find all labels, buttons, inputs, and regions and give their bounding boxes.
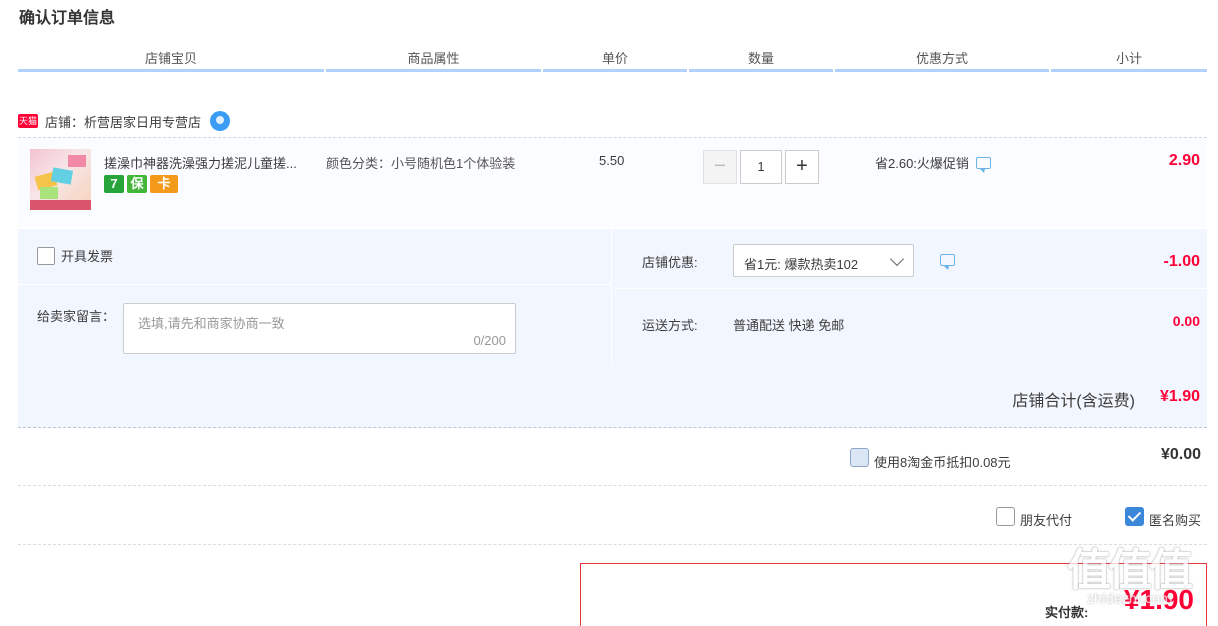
taobao-coin-row: 使用8淘金币抵扣0.08元 ¥0.00 — [18, 429, 1207, 486]
seller-message-placeholder: 选填,请先和商家协商一致 — [138, 316, 285, 331]
shop-discount-select[interactable]: 省1元: 爆款热卖102 — [733, 244, 914, 277]
item-subtotal: 2.90 — [1168, 152, 1200, 169]
taobao-coin-checkbox[interactable] — [850, 448, 869, 467]
taobao-coin-amount: ¥0.00 — [1160, 446, 1201, 463]
order-options-panel: 开具发票 给卖家留言： 选填,请先和商家协商一致 0/200 店铺优惠: 省1元… — [18, 229, 1207, 366]
chevron-down-icon — [889, 251, 905, 267]
shop-discount-value: 省1元: 爆款热卖102 — [744, 257, 859, 272]
shop-discount-amount: -1.00 — [1163, 253, 1200, 270]
final-payment-box: 实付款: ¥1.90 — [580, 563, 1207, 626]
column-header-row: 店铺宝贝 商品属性 单价 数量 优惠方式 小计 — [18, 50, 1207, 72]
column-header-unit-price: 单价 — [543, 50, 687, 72]
credit-card-icon[interactable]: 卡 — [150, 175, 178, 193]
seller-message-counter: 0/200 — [473, 333, 506, 348]
product-title-link[interactable]: 搓澡巾神器洗澡强力搓泥儿童搓... — [104, 153, 297, 172]
column-header-attributes: 商品属性 — [326, 50, 541, 72]
friend-pay-checkbox[interactable] — [996, 507, 1015, 526]
payment-options-row: 朋友代付 匿名购买 — [18, 487, 1207, 545]
order-item-row: 搓澡巾神器洗澡强力搓泥儿童搓... 7 保 卡 颜色分类：小号随机色1个体验装 … — [18, 137, 1207, 227]
seller-message-input[interactable]: 选填,请先和商家协商一致 0/200 — [123, 303, 516, 354]
taobao-coin-label: 使用8淘金币抵扣0.08元 — [874, 455, 1011, 470]
quantity-input[interactable]: 1 — [740, 150, 782, 184]
shop-total-row: 店铺合计(含运费) ¥1.90 — [18, 366, 1207, 428]
friend-pay-label: 朋友代付 — [1020, 513, 1073, 528]
shop-name-link[interactable]: 店铺：析营居家日用专营店 — [45, 112, 201, 131]
column-header-discount: 优惠方式 — [835, 50, 1049, 72]
promotion-label: 省2.60:火爆促销 — [875, 156, 969, 171]
final-payment-label: 实付款: — [1045, 605, 1089, 620]
order-options-left: 开具发票 给卖家留言： 选填,请先和商家协商一致 0/200 — [18, 229, 612, 366]
shipping-amount: 0.00 — [1172, 313, 1200, 329]
product-sku: 颜色分类：小号随机色1个体验装 — [326, 156, 516, 171]
invoice-checkbox[interactable] — [37, 246, 55, 265]
shop-total-label: 店铺合计(含运费) — [1012, 393, 1135, 410]
column-header-subtotal: 小计 — [1051, 50, 1207, 72]
chat-wangwang-icon[interactable] — [210, 111, 231, 131]
quantity-increase-button[interactable]: + — [785, 150, 819, 184]
seven-day-return-icon[interactable]: 7 — [104, 175, 124, 193]
column-header-quantity: 数量 — [689, 50, 833, 72]
final-payment-amount: ¥1.90 — [1123, 584, 1194, 615]
anonymous-purchase-checkbox[interactable] — [1125, 507, 1144, 526]
shop-total-amount: ¥1.90 — [1159, 388, 1200, 405]
quantity-decrease-button[interactable]: − — [703, 150, 737, 184]
page-title: 确认订单信息 — [19, 10, 116, 27]
discount-message-icon[interactable] — [940, 254, 955, 270]
promotion-message-icon[interactable] — [975, 156, 991, 173]
shop-discount-label: 店铺优惠: — [642, 255, 698, 270]
quantity-stepper: − 1 + — [703, 150, 819, 184]
invoice-label: 开具发票 — [61, 249, 114, 264]
invoice-option[interactable]: 开具发票 — [37, 246, 113, 265]
shipping-label: 运送方式: — [642, 318, 698, 333]
promotion-info: 省2.60:火爆促销 — [875, 153, 991, 173]
guarantee-icon[interactable]: 保 — [127, 175, 147, 193]
service-icons: 7 保 卡 — [104, 175, 178, 193]
column-header-shop-item: 店铺宝贝 — [18, 50, 324, 72]
unit-price: 5.50 — [599, 153, 625, 168]
anonymous-purchase-label: 匿名购买 — [1149, 513, 1202, 528]
product-thumbnail[interactable] — [30, 149, 91, 210]
seller-message-label: 给卖家留言： — [37, 309, 116, 324]
shipping-method: 普通配送 快递 免邮 — [733, 318, 845, 333]
shop-header: 天猫 店铺：析营居家日用专营店 — [18, 108, 231, 134]
tmall-badge-icon: 天猫 — [18, 114, 38, 128]
